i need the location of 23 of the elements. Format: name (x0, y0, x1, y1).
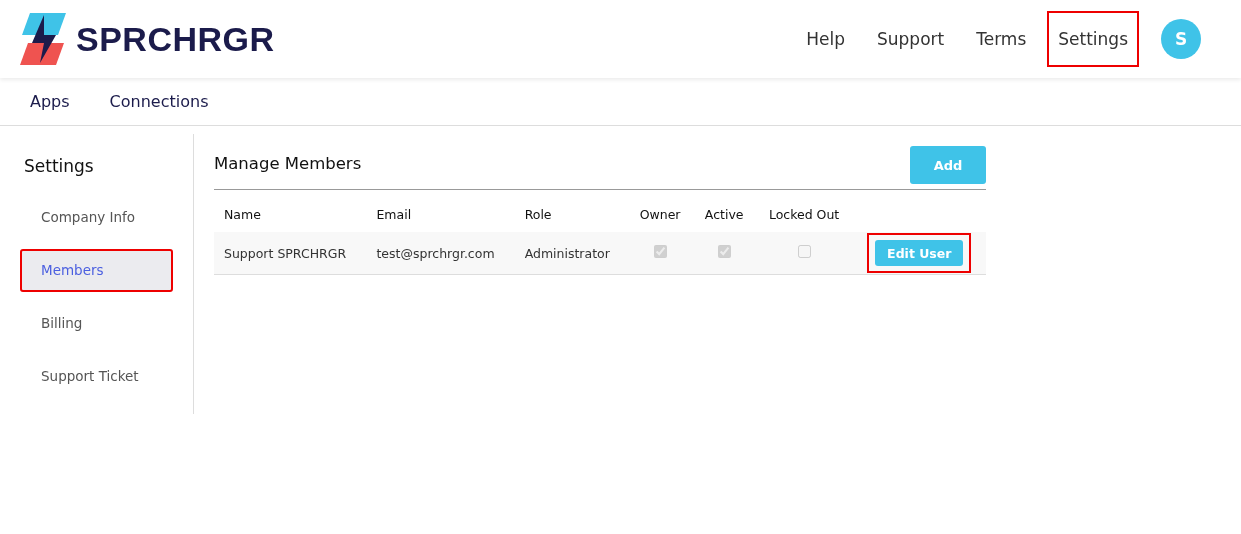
lightning-logo-icon (18, 13, 68, 65)
sidebar-title: Settings (24, 156, 95, 176)
table-cell: Support SPRCHRGR (214, 232, 367, 275)
nav-link[interactable]: Help (795, 11, 856, 67)
column-header: Locked Out (755, 204, 853, 232)
table-cell: Administrator (514, 232, 628, 275)
column-header: Active (692, 204, 756, 232)
nav-link[interactable]: Terms (965, 11, 1038, 67)
table-cell: test@sprchrgr.com (366, 232, 515, 275)
sidebar-item[interactable]: Members (20, 249, 173, 292)
sidebar-item[interactable]: Billing (20, 302, 173, 345)
nav-link[interactable]: Settings (1047, 11, 1139, 67)
logo-text: SPRCHRGR (76, 19, 275, 59)
sidebar-item[interactable]: Company Info (20, 196, 173, 239)
nav-link[interactable]: Support (866, 11, 956, 67)
column-header: Email (366, 204, 515, 232)
sidebar-item[interactable]: Support Ticket (20, 355, 173, 398)
section-title: Manage Members (214, 154, 362, 173)
column-header: Name (214, 204, 367, 232)
tab[interactable]: Connections (109, 86, 209, 117)
column-header: Role (514, 204, 628, 232)
tab[interactable]: Apps (30, 86, 70, 117)
column-header: Owner (627, 204, 693, 232)
